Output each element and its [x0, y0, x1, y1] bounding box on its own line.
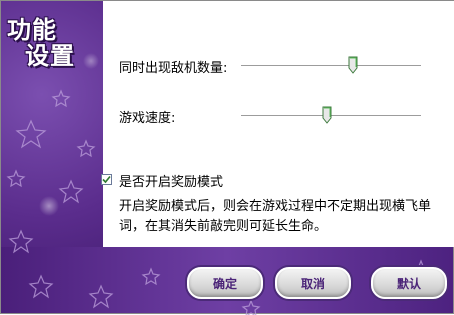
title-line1: 功能 [7, 16, 57, 44]
dialog-title: 功能 设置 [7, 17, 87, 69]
title-line2: 设置 [25, 42, 75, 70]
enemy-count-slider-thumb[interactable] [348, 56, 358, 74]
game-speed-label: 游戏速度: [119, 111, 176, 126]
reward-mode-label[interactable]: 是否开启奖励模式 [119, 171, 223, 190]
game-speed-slider-thumb[interactable] [322, 106, 332, 124]
enemy-count-label: 同时出现敌机数量: [119, 61, 228, 76]
cancel-button[interactable]: 取消 [275, 267, 351, 299]
checkmark-icon [102, 175, 111, 184]
ok-button[interactable]: 确定 [187, 267, 263, 299]
settings-dialog: 功能 设置 同时出现敌机数量: 游戏速度: 是否开启奖励模式 开启奖励模式后，则… [0, 0, 454, 315]
reward-mode-checkbox[interactable] [101, 174, 112, 185]
reward-mode-description: 开启奖励模式后，则会在游戏过程中不定期出现横飞单词，在其消失前敲完则可延长生命。 [119, 199, 432, 234]
default-button[interactable]: 默认 [371, 267, 447, 299]
enemy-count-slider-track[interactable] [241, 65, 421, 67]
